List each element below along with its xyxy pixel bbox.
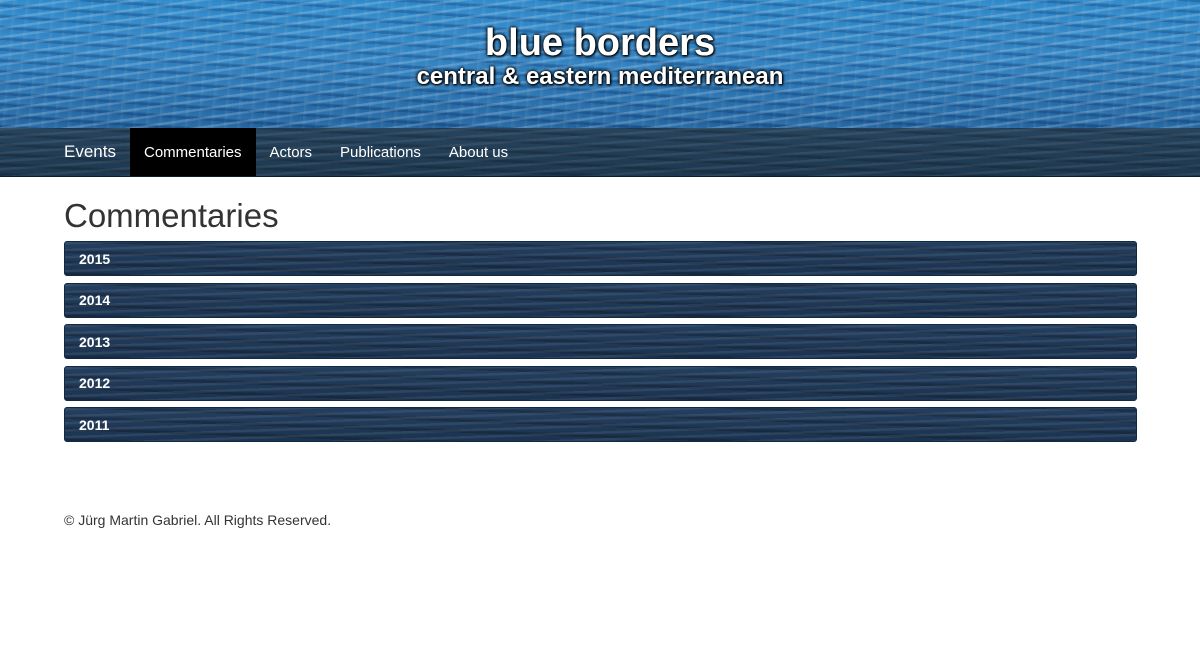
- site-subtitle: central & eastern mediterranean: [416, 63, 784, 90]
- nav-item-publications[interactable]: Publications: [326, 128, 435, 176]
- site-title[interactable]: blue borders: [0, 22, 1200, 64]
- year-label[interactable]: 2015: [79, 251, 110, 267]
- year-panel-2012[interactable]: 2012: [64, 365, 1137, 401]
- main-navbar: Events Commentaries Actors Publications …: [0, 128, 1200, 177]
- year-label[interactable]: 2012: [79, 375, 110, 391]
- nav-item-actors[interactable]: Actors: [256, 128, 327, 176]
- main-content: Commentaries 2015 2014 2013 2012 2011: [64, 177, 1137, 449]
- year-accordion: 2015 2014 2013 2012 2011: [64, 241, 1137, 442]
- year-label[interactable]: 2011: [79, 417, 109, 433]
- header-banner: blue borders central & eastern mediterra…: [0, 0, 1200, 128]
- nav-list: Events Commentaries Actors Publications …: [50, 128, 522, 176]
- year-panel-2013[interactable]: 2013: [64, 324, 1137, 359]
- year-panel-2011[interactable]: 2011: [64, 407, 1137, 442]
- year-panel-2015[interactable]: 2015: [64, 241, 1137, 276]
- nav-item-events[interactable]: Events: [50, 128, 130, 176]
- year-panel-2014[interactable]: 2014: [64, 282, 1137, 318]
- nav-item-commentaries[interactable]: Commentaries: [129, 128, 256, 176]
- nav-item-about-us[interactable]: About us: [435, 128, 522, 176]
- year-label[interactable]: 2013: [79, 334, 110, 350]
- page-title: Commentaries: [64, 197, 279, 234]
- year-label[interactable]: 2014: [79, 292, 110, 308]
- footer-copyright: © Jürg Martin Gabriel. All Rights Reserv…: [64, 512, 332, 528]
